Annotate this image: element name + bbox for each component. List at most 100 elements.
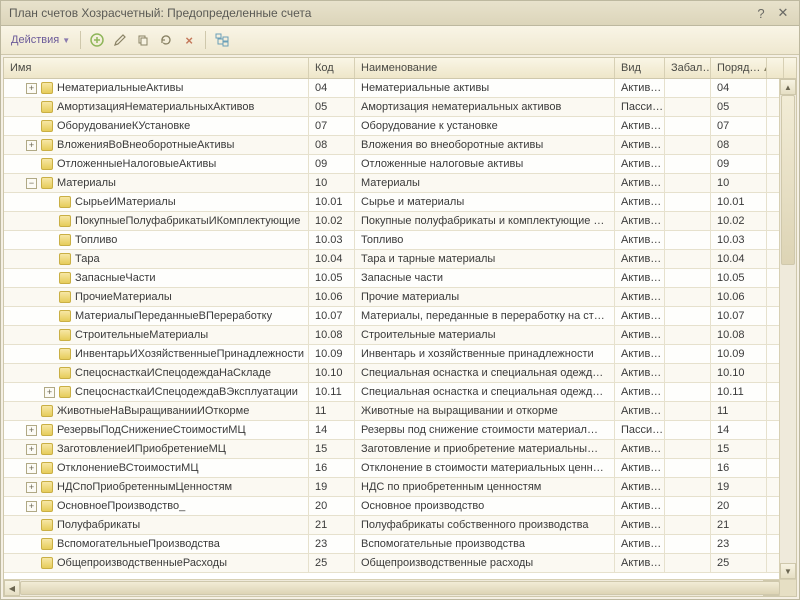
- table-row[interactable]: ВспомогательныеПроизводства23Вспомогател…: [4, 535, 779, 554]
- tree-label: НематериальныеАктивы: [57, 82, 183, 94]
- column-header-name[interactable]: Имя: [4, 58, 309, 78]
- cell-tree: + НематериальныеАктивы: [4, 79, 309, 97]
- cell-tree: ЖивотныеНаВыращиванииИОткорме: [4, 402, 309, 420]
- cell-name: Полуфабрикаты собственного производства: [355, 516, 615, 534]
- cell-code: 10.04: [309, 250, 355, 268]
- cell-code: 10.08: [309, 326, 355, 344]
- cell-code: 14: [309, 421, 355, 439]
- table-row[interactable]: ОтложенныеНалоговыеАктивы09Отложенные на…: [4, 155, 779, 174]
- cell-name: Оборудование к установке: [355, 117, 615, 135]
- account-icon: [41, 519, 53, 531]
- column-header-order[interactable]: Поряд…▲: [711, 58, 767, 78]
- column-header-balance[interactable]: Забал…: [665, 58, 711, 78]
- hscroll-track[interactable]: [20, 580, 763, 596]
- table-row[interactable]: +СпецоснасткаИСпецодеждаВЭксплуатации10.…: [4, 383, 779, 402]
- table-row[interactable]: ИнвентарьИХозяйственныеПринадлежности10.…: [4, 345, 779, 364]
- table-row[interactable]: Полуфабрикаты21Полуфабрикаты собственног…: [4, 516, 779, 535]
- cell-balance: [665, 79, 711, 97]
- table-row[interactable]: ЖивотныеНаВыращиванииИОткорме11Животные …: [4, 402, 779, 421]
- refresh-button[interactable]: [156, 30, 176, 50]
- table-row[interactable]: ПокупныеПолуфабрикатыИКомплектующие10.02…: [4, 212, 779, 231]
- table-row[interactable]: +ЗаготовлениеИПриобретениеМЦ15Заготовлен…: [4, 440, 779, 459]
- table-row[interactable]: −Материалы10МатериалыАктив…10: [4, 174, 779, 193]
- cell-order: 05: [711, 98, 767, 116]
- column-header-kind[interactable]: Вид: [615, 58, 665, 78]
- scroll-down-button[interactable]: ▼: [780, 563, 796, 579]
- column-header-title[interactable]: Наименование: [355, 58, 615, 78]
- cell-kind: Актив…: [615, 250, 665, 268]
- table-row[interactable]: +РезервыПодСнижениеСтоимостиМЦ14Резервы …: [4, 421, 779, 440]
- table-row[interactable]: АмортизацияНематериальныхАктивов05Аморти…: [4, 98, 779, 117]
- cell-kind: Актив…: [615, 193, 665, 211]
- cell-tree: +ВложенияВоВнеоборотныеАктивы: [4, 136, 309, 154]
- expand-icon[interactable]: +: [26, 140, 37, 151]
- cell-kind: Актив…: [615, 497, 665, 515]
- cell-balance: [665, 364, 711, 382]
- collapse-icon[interactable]: −: [26, 178, 37, 189]
- cell-code: 08: [309, 136, 355, 154]
- scroll-track[interactable]: [780, 95, 796, 563]
- expand-icon[interactable]: +: [26, 83, 37, 94]
- table-row[interactable]: Топливо10.03ТопливоАктив…10.03: [4, 231, 779, 250]
- table-row[interactable]: ПрочиеМатериалы10.06Прочие материалыАкти…: [4, 288, 779, 307]
- cell-tree: +НДСпоПриобретеннымЦенностям: [4, 478, 309, 496]
- add-button[interactable]: [87, 30, 107, 50]
- cell-kind: Актив…: [615, 402, 665, 420]
- scroll-up-button[interactable]: ▲: [780, 79, 796, 95]
- cell-order: 10.11: [711, 383, 767, 401]
- grid-header: Имя Код Наименование Вид Забал… Поряд…▲: [4, 58, 796, 79]
- account-icon: [41, 177, 53, 189]
- table-row[interactable]: +НематериальныеАктивы04Нематериальные ак…: [4, 79, 779, 98]
- scroll-left-button[interactable]: ◀: [4, 580, 20, 596]
- edit-button[interactable]: [110, 30, 130, 50]
- expand-icon[interactable]: +: [26, 501, 37, 512]
- cell-balance: [665, 497, 711, 515]
- vertical-scrollbar[interactable]: ▲ ▼: [779, 79, 796, 579]
- actions-menu[interactable]: Действия ▼: [7, 32, 74, 48]
- cell-order: 09: [711, 155, 767, 173]
- expand-icon[interactable]: +: [26, 425, 37, 436]
- cell-code: 20: [309, 497, 355, 515]
- account-icon: [41, 538, 53, 550]
- horizontal-scrollbar[interactable]: ◀ ▶: [4, 579, 796, 596]
- copy-button[interactable]: [133, 30, 153, 50]
- cell-balance: [665, 402, 711, 420]
- expand-icon[interactable]: +: [26, 444, 37, 455]
- table-row[interactable]: ОборудованиеКУстановке07Оборудование к у…: [4, 117, 779, 136]
- tree-label: РезервыПодСнижениеСтоимостиМЦ: [57, 424, 246, 436]
- table-row[interactable]: +ОтклонениеВСтоимостиМЦ16Отклонение в ст…: [4, 459, 779, 478]
- table-row[interactable]: МатериалыПереданныеВПереработку10.07Мате…: [4, 307, 779, 326]
- table-row[interactable]: ОбщепроизводственныеРасходы25Общепроизво…: [4, 554, 779, 573]
- table-row[interactable]: +НДСпоПриобретеннымЦенностям19НДС по при…: [4, 478, 779, 497]
- help-button[interactable]: ?: [753, 5, 769, 21]
- expand-icon[interactable]: +: [26, 463, 37, 474]
- cell-balance: [665, 193, 711, 211]
- table-row[interactable]: +ВложенияВоВнеоборотныеАктивы08Вложения …: [4, 136, 779, 155]
- account-icon: [59, 272, 71, 284]
- table-row[interactable]: СпецоснасткаИСпецодеждаНаСкладе10.10Спец…: [4, 364, 779, 383]
- tree-expand-button[interactable]: [212, 30, 232, 50]
- table-row[interactable]: СырьеИМатериалы10.01Сырье и материалыАкт…: [4, 193, 779, 212]
- table-row[interactable]: ЗапасныеЧасти10.05Запасные частиАктив…10…: [4, 269, 779, 288]
- cell-tree: Топливо: [4, 231, 309, 249]
- account-icon: [59, 291, 71, 303]
- cell-tree: ПокупныеПолуфабрикатыИКомплектующие: [4, 212, 309, 230]
- expand-icon[interactable]: +: [44, 387, 55, 398]
- close-button[interactable]: ✕: [775, 5, 791, 21]
- scroll-thumb[interactable]: [781, 95, 795, 265]
- table-row[interactable]: +ОсновноеПроизводство_20Основное произво…: [4, 497, 779, 516]
- cell-code: 10.07: [309, 307, 355, 325]
- account-icon: [59, 310, 71, 322]
- expand-icon[interactable]: +: [26, 482, 37, 493]
- cell-tree: ОборудованиеКУстановке: [4, 117, 309, 135]
- hscroll-thumb[interactable]: [20, 581, 780, 595]
- plus-circle-icon: [90, 33, 104, 47]
- delete-button[interactable]: ×: [179, 30, 199, 50]
- cell-balance: [665, 269, 711, 287]
- x-icon: ×: [185, 33, 193, 48]
- column-header-code[interactable]: Код: [309, 58, 355, 78]
- cell-balance: [665, 307, 711, 325]
- table-row[interactable]: Тара10.04Тара и тарные материалыАктив…10…: [4, 250, 779, 269]
- table-row[interactable]: СтроительныеМатериалы10.08Строительные м…: [4, 326, 779, 345]
- cell-kind: Актив…: [615, 117, 665, 135]
